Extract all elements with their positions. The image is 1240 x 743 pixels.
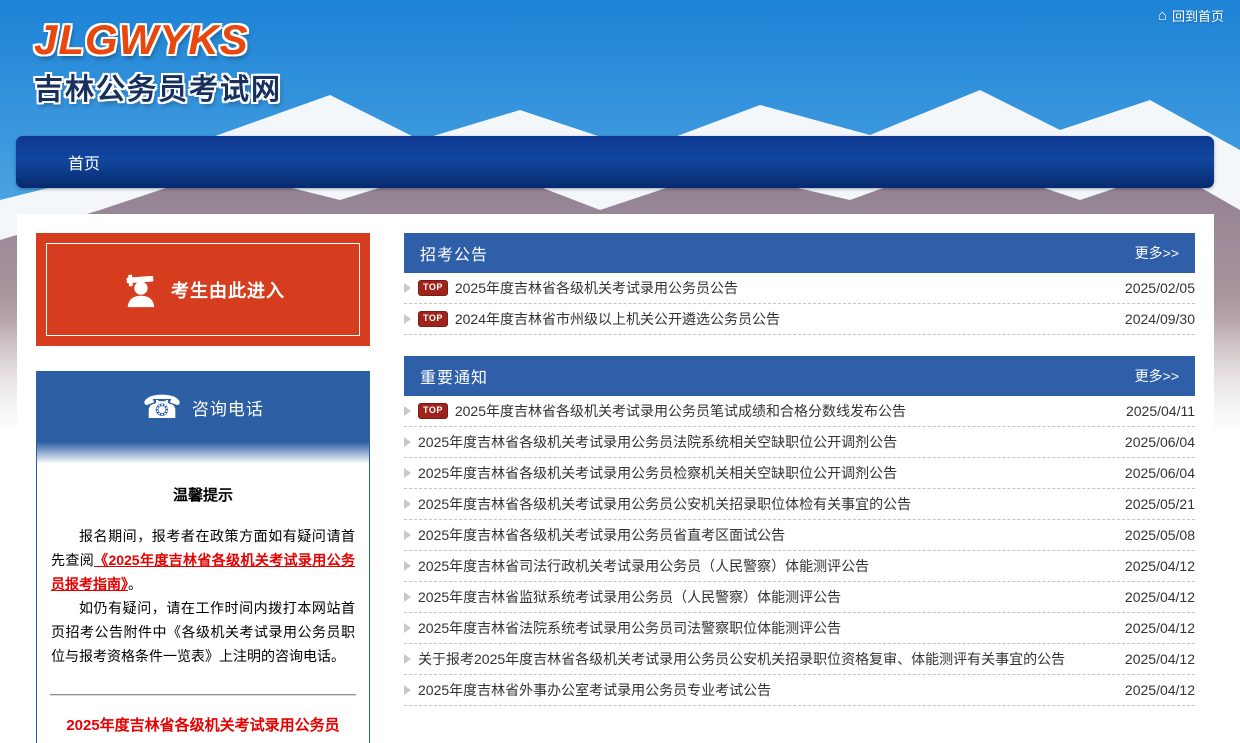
list-item[interactable]: 2025年度吉林省各级机关考试录用公务员公安机关招录职位体检有关事宜的公告 20… [404, 489, 1195, 520]
section-header: 招考公告 更多>> [404, 233, 1195, 273]
sidebar: 考生由此进入 ☎ 咨询电话 温馨提示 报名期间，报考者在政策方面如有疑问请首先查… [36, 233, 370, 743]
back-to-home-link[interactable]: ⌂ 回到首页 [1158, 6, 1224, 25]
top-badge: TOP [418, 280, 448, 296]
list-item[interactable]: 2025年度吉林省各级机关考试录用公务员法院系统相关空缺职位公开调剂公告 202… [404, 427, 1195, 458]
top-badge: TOP [418, 403, 448, 419]
exam-guide-link[interactable]: 《2025年度吉林省各级机关考试录用公务员报考指南》 [51, 552, 355, 592]
item-date: 2025/04/12 [1125, 682, 1195, 698]
list-item[interactable]: 2025年度吉林省各级机关考试录用公务员检察机关相关空缺职位公开调剂公告 202… [404, 458, 1195, 489]
site-logo: JLGWYKS 吉林公务员考试网 [34, 16, 282, 108]
list-item[interactable]: 2025年度吉林省监狱系统考试录用公务员（人民警察）体能测评公告 2025/04… [404, 582, 1195, 613]
item-title: 2025年度吉林省司法行政机关考试录用公务员（人民警察）体能测评公告 [418, 556, 1118, 576]
list-item[interactable]: 关于报考2025年度吉林省各级机关考试录用公务员公安机关招录职位资格复审、体能测… [404, 644, 1195, 675]
candidate-entry-label: 考生由此进入 [171, 277, 285, 303]
arrow-icon [404, 499, 411, 509]
consult-phone-label: 咨询电话 [192, 395, 264, 420]
arrow-icon [404, 654, 411, 664]
arrow-icon [404, 468, 411, 478]
item-title: 2025年度吉林省各级机关考试录用公务员公安机关招录职位体检有关事宜的公告 [418, 494, 1118, 514]
item-date: 2025/04/12 [1125, 651, 1195, 667]
back-to-home-label: 回到首页 [1172, 6, 1224, 25]
list-item[interactable]: 2025年度吉林省外事办公室考试录用公务员专业考试公告 2025/04/12 [404, 675, 1195, 706]
nav-item-home[interactable]: 首页 [68, 150, 100, 174]
home-icon: ⌂ [1158, 8, 1167, 23]
arrow-icon [404, 685, 411, 695]
arrow-icon [404, 406, 411, 416]
section-title: 招考公告 [420, 241, 488, 265]
graduate-icon [121, 271, 159, 309]
policy-hotline-line1: 2025年度吉林省各级机关考试录用公务员 [45, 712, 361, 739]
list-item[interactable]: TOP 2025年度吉林省各级机关考试录用公务员笔试成绩和合格分数线发布公告 2… [404, 396, 1195, 427]
item-date: 2025/02/05 [1125, 280, 1195, 296]
item-date: 2025/04/11 [1126, 403, 1195, 419]
item-title: 2025年度吉林省监狱系统考试录用公务员（人民警察）体能测评公告 [418, 587, 1118, 607]
item-title: 2025年度吉林省法院系统考试录用公务员司法警察职位体能测评公告 [418, 618, 1118, 638]
item-date: 2024/09/30 [1125, 311, 1195, 327]
policy-hotline-line2: 主管部门政策咨询电话 [45, 739, 361, 743]
candidate-entry-button[interactable]: 考生由此进入 [36, 233, 370, 346]
item-title: 2024年度吉林省市州级以上机关公开遴选公务员公告 [455, 309, 1118, 329]
list-item[interactable]: 2025年度吉林省法院系统考试录用公务员司法警察职位体能测评公告 2025/04… [404, 613, 1195, 644]
consult-phone-box: ☎ 咨询电话 温馨提示 报名期间，报考者在政策方面如有疑问请首先查阅《2025年… [36, 371, 370, 743]
consult-phone-header: ☎ 咨询电话 [37, 372, 369, 442]
item-date: 2025/06/04 [1125, 434, 1195, 450]
item-date: 2025/04/12 [1125, 589, 1195, 605]
main-nav: 首页 [16, 136, 1214, 188]
policy-hotline-text: 2025年度吉林省各级机关考试录用公务员 主管部门政策咨询电话 [45, 712, 361, 743]
main-column: 招考公告 更多>> TOP 2025年度吉林省各级机关考试录用公务员公告 202… [404, 233, 1195, 743]
arrow-icon [404, 530, 411, 540]
top-badge: TOP [418, 311, 448, 327]
list-item[interactable]: 2025年度吉林省司法行政机关考试录用公务员（人民警察）体能测评公告 2025/… [404, 551, 1195, 582]
more-link[interactable]: 更多>> [1135, 243, 1179, 263]
item-date: 2025/04/12 [1125, 558, 1195, 574]
warm-tips-title: 温馨提示 [51, 484, 355, 508]
item-title: 2025年度吉林省各级机关考试录用公务员检察机关相关空缺职位公开调剂公告 [418, 463, 1118, 483]
arrow-icon [404, 283, 411, 293]
arrow-icon [404, 437, 411, 447]
list-item[interactable]: TOP 2024年度吉林省市州级以上机关公开遴选公务员公告 2024/09/30 [404, 304, 1195, 335]
section-important-notices: 重要通知 更多>> TOP 2025年度吉林省各级机关考试录用公务员笔试成绩和合… [404, 356, 1195, 706]
arrow-icon [404, 592, 411, 602]
site-logo-cn: 吉林公务员考试网 [34, 66, 282, 108]
item-date: 2025/06/04 [1125, 465, 1195, 481]
item-date: 2025/04/12 [1125, 620, 1195, 636]
item-title: 关于报考2025年度吉林省各级机关考试录用公务员公安机关招录职位资格复审、体能测… [418, 649, 1118, 669]
section-title: 重要通知 [420, 364, 488, 388]
item-date: 2025/05/08 [1125, 527, 1195, 543]
item-title: 2025年度吉林省各级机关考试录用公务员法院系统相关空缺职位公开调剂公告 [418, 432, 1118, 452]
item-date: 2025/05/21 [1125, 496, 1195, 512]
phone-icon: ☎ [142, 391, 182, 423]
warm-tips: 温馨提示 报名期间，报考者在政策方面如有疑问请首先查阅《2025年度吉林省各级机… [37, 464, 369, 668]
item-title: 2025年度吉林省各级机关考试录用公务员笔试成绩和合格分数线发布公告 [455, 401, 1119, 421]
site-logo-en: JLGWYKS [34, 16, 282, 64]
arrow-icon [404, 314, 411, 324]
header-fade [37, 442, 369, 464]
warm-tips-paragraph-2: 如仍有疑问，请在工作时间内拨打本网站首页招考公告附件中《各级机关考试录用公务员职… [51, 596, 355, 668]
warm-tips-paragraph-1: 报名期间，报考者在政策方面如有疑问请首先查阅《2025年度吉林省各级机关考试录用… [51, 524, 355, 596]
sidebar-divider [50, 694, 356, 696]
notice-list: TOP 2025年度吉林省各级机关考试录用公务员笔试成绩和合格分数线发布公告 2… [404, 396, 1195, 706]
item-title: 2025年度吉林省各级机关考试录用公务员公告 [455, 278, 1118, 298]
item-title: 2025年度吉林省外事办公室考试录用公务员专业考试公告 [418, 680, 1118, 700]
arrow-icon [404, 561, 411, 571]
list-item[interactable]: 2025年度吉林省各级机关考试录用公务员省直考区面试公告 2025/05/08 [404, 520, 1195, 551]
more-link[interactable]: 更多>> [1135, 366, 1179, 386]
section-recruit-announcements: 招考公告 更多>> TOP 2025年度吉林省各级机关考试录用公务员公告 202… [404, 233, 1195, 335]
arrow-icon [404, 623, 411, 633]
announcement-list: TOP 2025年度吉林省各级机关考试录用公务员公告 2025/02/05 TO… [404, 273, 1195, 335]
list-item[interactable]: TOP 2025年度吉林省各级机关考试录用公务员公告 2025/02/05 [404, 273, 1195, 304]
item-title: 2025年度吉林省各级机关考试录用公务员省直考区面试公告 [418, 525, 1118, 545]
tips-text-end: 。 [128, 576, 142, 592]
section-header: 重要通知 更多>> [404, 356, 1195, 396]
content-wrapper: 考生由此进入 ☎ 咨询电话 温馨提示 报名期间，报考者在政策方面如有疑问请首先查… [17, 214, 1214, 743]
